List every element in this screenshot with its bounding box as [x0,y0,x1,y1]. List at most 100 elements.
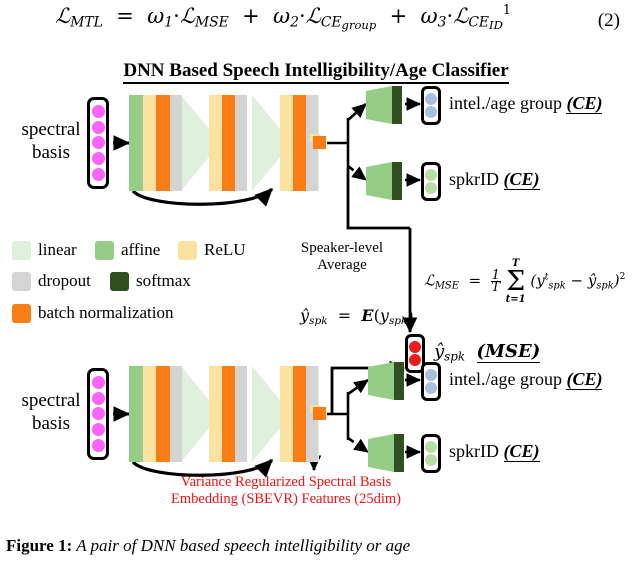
batchnorm-layer [293,95,306,191]
figure-caption: Figure 1: A pair of DNN based speech int… [6,536,626,556]
legend-item-batchnorm: batch normalization [12,303,173,323]
batchnorm-layer [293,366,306,462]
input-label-lower-line1: spectral [21,390,81,411]
legend-item-dropout: dropout [12,271,91,291]
relu-layer [209,95,222,191]
input-unit-dot [91,152,105,166]
softmax-head-upper-1 [366,86,406,124]
output-loss-lower-yhat: (MSE) [476,341,541,363]
spectral-basis-input-lower [87,368,109,460]
arrow-fan-bottom-lower [347,436,369,454]
input-label-upper-line2: basis [32,142,70,163]
relu-layer [143,366,156,462]
legend-swatch-linear [12,240,31,260]
output-label-lower-yhat: ŷspk (MSE) [434,341,541,364]
output-loss-lower-spkrid: (CE) [503,441,540,462]
output-loss-upper-intel: (CE) [566,93,603,114]
output-node-lower-intel [421,362,441,401]
output-label-lower-intel: intel./age group (CE) [449,369,603,390]
output-dot [425,92,437,105]
spectral-basis-input-upper [87,97,109,189]
output-label-upper-intel: intel./age group (CE) [449,93,603,114]
input-unit-dot [91,136,105,150]
legend-label-affine: affine [121,240,161,259]
speaker-level-average-line1: Speaker-level [300,240,384,256]
output-label-lower-intel-text: intel./age group [449,369,562,389]
input-unit-dot [91,120,105,134]
batchnorm-tail-upper [313,136,326,149]
input-label-lower-line2: basis [32,413,70,434]
figure-caption-label: Figure 1: [6,536,73,555]
input-unit-dot [91,438,105,452]
dropout-layer [170,366,182,462]
yhat-formula: ŷspk = E(yspk) [300,306,414,327]
legend-item-linear: linear [12,240,77,260]
skip-arc-lower [131,458,274,478]
batchnorm-layer [222,366,235,462]
output-label-upper-spkrid-text: spkrID [449,169,499,189]
output-label-lower-spkrid: spkrID (CE) [449,441,540,462]
affine-layer [129,366,143,462]
input-unit-dot [91,105,105,119]
batchnorm-layer [156,366,170,462]
input-label-upper-line1: spectral [21,119,81,140]
figure-caption-text: A pair of DNN based speech intelligibili… [76,536,411,555]
legend-item-softmax: softmax [110,271,191,291]
legend-label-linear: linear [38,240,77,259]
legend-swatch-batchnorm [12,303,31,323]
legend-label-dropout: dropout [38,271,91,290]
output-dot [425,368,437,381]
speaker-level-average-line2: Average [317,257,367,273]
relu-layer [143,95,156,191]
input-unit-dot [91,407,105,421]
sbevr-caption-line2: Embedding (SBEVR) Features (25dim) [171,491,401,507]
relu-layer [209,366,222,462]
softmax-head-lower-2 [368,434,408,472]
output-node-upper-spkrid [421,162,441,201]
arrow-fan-bottom-upper [347,164,367,182]
output-node-upper-intel [421,86,441,125]
dnn-stack-lower [129,366,319,462]
output-label-upper-spkrid: spkrID (CE) [449,169,540,190]
input-label-lower: spectral basis [18,389,84,435]
output-dot [425,440,437,453]
dropout-layer [235,95,247,191]
skip-arc-upper [131,187,274,207]
batchnorm-layer [156,95,170,191]
output-dot [425,168,437,181]
dropout-layer [170,95,182,191]
output-dot [425,182,437,195]
mse-equation: ℒMSE = 1 T T Σ t=1 (ytspk − ŷspk)2 [424,258,626,305]
input-unit-dot [91,376,105,390]
output-loss-lower-intel: (CE) [566,369,603,390]
output-dot [409,340,421,353]
legend-item-relu: ReLU [178,240,246,260]
softmax-head-upper-2 [366,162,406,200]
affine-layer [129,95,143,191]
legend-swatch-softmax [110,271,129,291]
legend-label-relu: ReLU [204,240,246,259]
legend-label-softmax: softmax [136,271,191,290]
legend-swatch-dropout [12,271,31,291]
softmax-head-lower-1 [368,362,408,400]
input-label-upper: spectral basis [18,118,84,164]
output-dot [409,354,421,367]
legend-item-affine: affine [95,240,160,260]
batchnorm-layer [222,95,235,191]
dnn-stack-upper [129,95,319,191]
output-dot [425,106,437,119]
sbevr-caption-line1: Variance Regularized Spectral Basis [180,474,392,490]
arrow-fan-top-upper [347,103,367,121]
output-label-upper-intel-text: intel./age group [449,93,562,113]
relu-layer [280,366,293,462]
output-dot [425,454,437,467]
output-dot [425,382,437,395]
input-unit-dot [91,391,105,405]
arrow-fan-top-lower [347,378,369,396]
dropout-layer [235,366,247,462]
input-unit-dot [91,423,105,437]
input-unit-dot [91,167,105,181]
legend-label-batchnorm: batch normalization [38,303,174,322]
output-loss-upper-spkrid: (CE) [503,169,540,190]
sbevr-feature-caption: Variance Regularized Spectral Basis Embe… [96,474,476,508]
